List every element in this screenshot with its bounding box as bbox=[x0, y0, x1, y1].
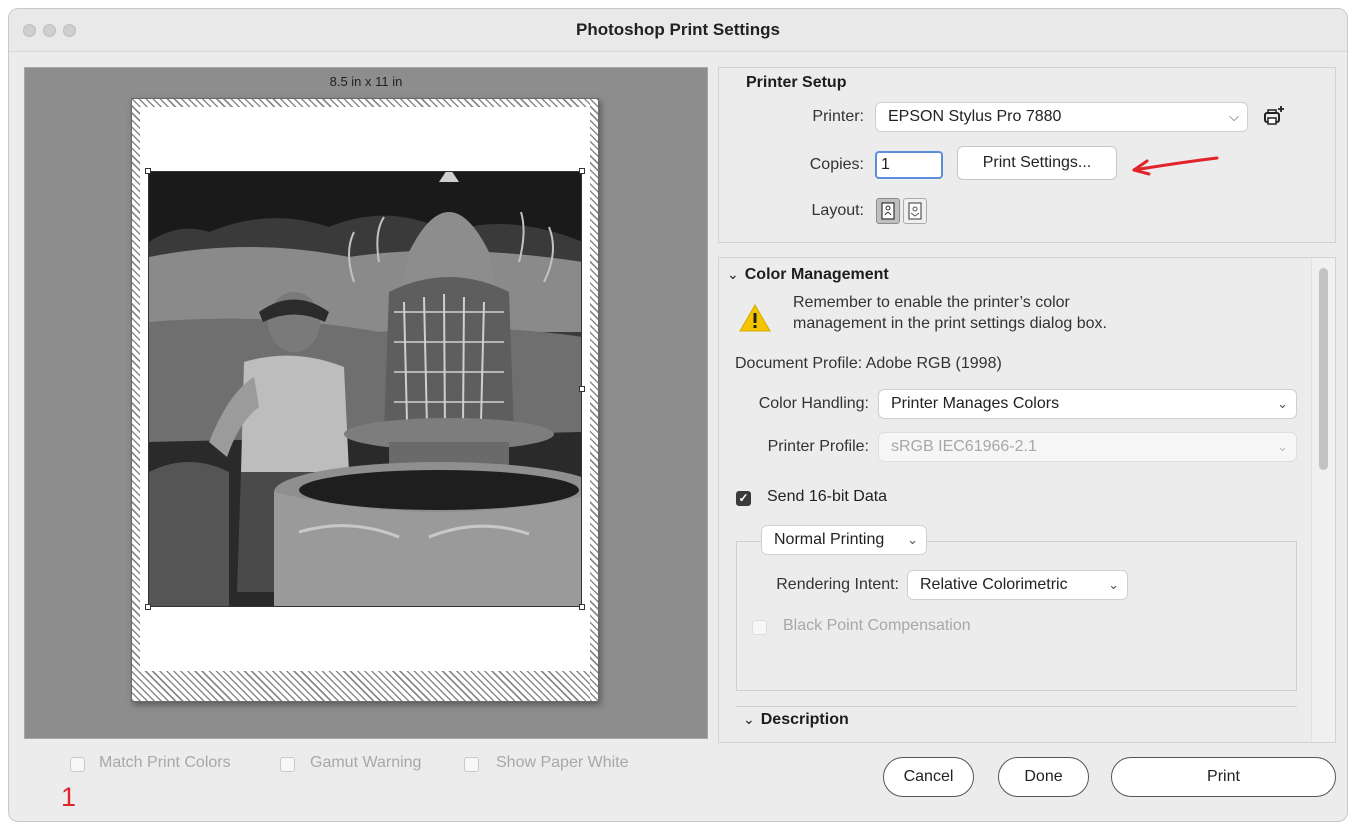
chevron-down-icon: ⌄ bbox=[1108, 577, 1119, 592]
unprintable-margin-bottom bbox=[132, 671, 598, 701]
chevron-down-icon: ⌄ bbox=[1277, 396, 1288, 411]
printer-select-value: EPSON Stylus Pro 7880 bbox=[888, 108, 1062, 125]
color-handling-select[interactable]: Printer Manages Colors ⌄ bbox=[878, 389, 1297, 419]
copies-label: Copies: bbox=[809, 156, 864, 173]
send-16bit-label: Send 16-bit Data bbox=[767, 488, 888, 505]
landscape-layout-button[interactable] bbox=[903, 198, 927, 224]
unprintable-margin-top bbox=[132, 99, 598, 107]
warning-text-line2: management in the print settings dialog … bbox=[793, 315, 1107, 332]
description-heading: Description bbox=[760, 711, 849, 728]
normal-printing-value: Normal Printing bbox=[774, 531, 885, 548]
scrollbar-track[interactable] bbox=[1311, 258, 1335, 742]
inverted-photo-image bbox=[149, 172, 581, 606]
printer-label: Printer: bbox=[812, 108, 864, 125]
color-management-heading: Color Management bbox=[744, 266, 889, 283]
black-point-compensation-checkbox[interactable] bbox=[752, 620, 767, 635]
done-button[interactable]: Done bbox=[998, 757, 1089, 797]
send-16bit-checkbox[interactable]: ✓ bbox=[736, 491, 751, 506]
layout-label: Layout: bbox=[811, 202, 864, 219]
color-handling-value: Printer Manages Colors bbox=[891, 395, 1060, 412]
resize-handle-bottom-left[interactable] bbox=[145, 604, 151, 610]
print-button[interactable]: Print bbox=[1111, 757, 1336, 797]
normal-printing-select[interactable]: Normal Printing ⌄ bbox=[761, 525, 927, 555]
preview-image[interactable] bbox=[148, 171, 582, 607]
gamut-warning-label: Gamut Warning bbox=[310, 754, 422, 771]
landscape-icon bbox=[908, 202, 922, 220]
printer-profile-label: Printer Profile: bbox=[767, 438, 869, 455]
printer-select[interactable]: EPSON Stylus Pro 7880 ⌵ bbox=[875, 102, 1248, 132]
title-bar: Photoshop Print Settings bbox=[9, 9, 1347, 52]
rendering-intent-label: Rendering Intent: bbox=[776, 576, 899, 593]
color-management-panel: ⌄ Color Management Remember to enable the… bbox=[718, 257, 1336, 743]
printer-setup-heading: Printer Setup bbox=[746, 74, 847, 91]
printer-setup-panel: Printer Setup Printer: EPSON Stylus Pro … bbox=[718, 67, 1336, 243]
cancel-button[interactable]: Cancel bbox=[883, 757, 974, 797]
unprintable-margin-left bbox=[132, 99, 140, 701]
match-print-colors-checkbox[interactable] bbox=[70, 757, 85, 772]
match-print-colors-label: Match Print Colors bbox=[99, 754, 231, 771]
black-point-compensation-label: Black Point Compensation bbox=[783, 617, 971, 634]
show-paper-white-label: Show Paper White bbox=[496, 754, 629, 771]
warning-icon bbox=[739, 304, 771, 332]
printer-profile-select[interactable]: sRGB IEC61966-2.1 ⌄ bbox=[878, 432, 1297, 462]
gamut-warning-checkbox[interactable] bbox=[280, 757, 295, 772]
print-settings-window: Photoshop Print Settings 8.5 in x 11 in bbox=[8, 8, 1348, 822]
resize-handle-right[interactable] bbox=[579, 386, 585, 392]
description-header[interactable]: ⌄ Description bbox=[743, 711, 849, 729]
annotation-arrow-icon bbox=[1132, 156, 1219, 176]
printer-profile-value: sRGB IEC61966-2.1 bbox=[891, 438, 1037, 455]
chevron-down-icon: ⌄ bbox=[743, 711, 755, 727]
document-profile: Document Profile: Adobe RGB (1998) bbox=[735, 355, 1002, 372]
unprintable-margin-right bbox=[590, 99, 598, 701]
resize-handle-bottom-right[interactable] bbox=[579, 604, 585, 610]
portrait-icon bbox=[881, 202, 895, 220]
paper-size-label: 8.5 in x 11 in bbox=[329, 74, 403, 89]
copies-input[interactable]: 1 bbox=[875, 151, 943, 179]
color-handling-label: Color Handling: bbox=[758, 395, 869, 412]
print-settings-button[interactable]: Print Settings... bbox=[957, 146, 1117, 180]
section-divider bbox=[736, 706, 1297, 707]
printing-options-group bbox=[736, 541, 1297, 691]
rendering-intent-value: Relative Colorimetric bbox=[920, 576, 1068, 593]
warning-text-line1: Remember to enable the printer’s color bbox=[793, 294, 1070, 311]
chevron-down-icon: ⌄ bbox=[1277, 439, 1288, 454]
chevron-down-icon: ⌵ bbox=[1229, 109, 1239, 124]
show-paper-white-checkbox[interactable] bbox=[464, 757, 479, 772]
annotation-number: 1 bbox=[61, 782, 77, 812]
resize-handle-top-right[interactable] bbox=[579, 168, 585, 174]
rendering-intent-select[interactable]: Relative Colorimetric ⌄ bbox=[907, 570, 1128, 600]
window-title: Photoshop Print Settings bbox=[576, 20, 780, 39]
scrollbar-thumb[interactable] bbox=[1319, 268, 1328, 470]
print-preview: 8.5 in x 11 in bbox=[24, 67, 708, 739]
chevron-down-icon: ⌄ bbox=[907, 532, 918, 547]
color-management-header[interactable]: ⌄ Color Management bbox=[727, 266, 889, 284]
resize-handle-top-left[interactable] bbox=[145, 168, 151, 174]
printer-add-icon[interactable] bbox=[1262, 104, 1286, 130]
preview-paper bbox=[131, 98, 599, 702]
chevron-down-icon: ⌄ bbox=[727, 266, 739, 282]
portrait-layout-button[interactable] bbox=[876, 198, 900, 224]
